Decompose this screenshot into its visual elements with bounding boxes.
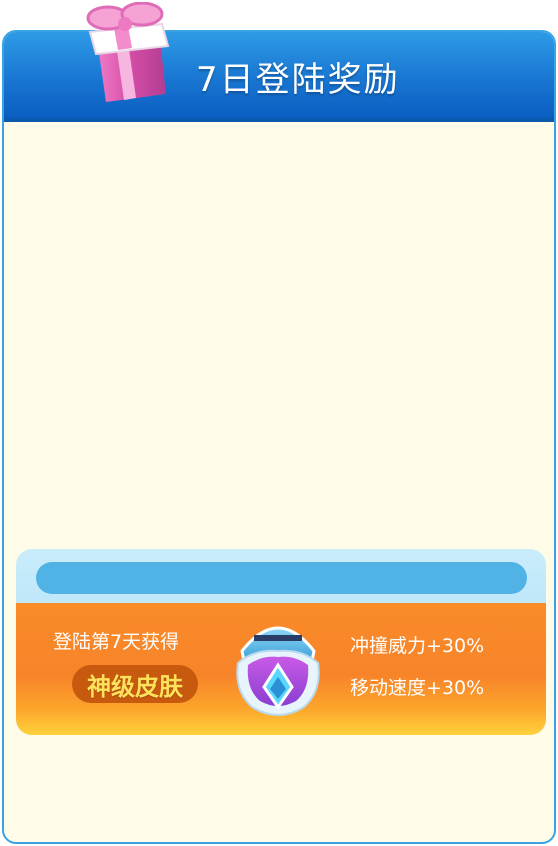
reward-progress-bar [36,562,527,594]
day7-reward-card[interactable]: 登陆第7天获得 神级皮肤 冲撞威力+30% 移动速度+30% [16,549,546,735]
bonus-collision-power: 冲撞威力+30% [350,635,485,657]
skin-armor-icon [236,626,320,716]
skin-label: 神级皮肤 [87,673,183,701]
login-day-label: 登陆第7天获得 [52,631,180,653]
panel-title: 7日登陆奖励 [196,60,400,100]
gift-box-icon [86,2,170,102]
bonus-move-speed: 移动速度+30% [350,677,485,699]
login-reward-panel: 7日登陆奖励 登陆第7天获得 神级皮肤 冲撞威力+30% 移动速度+30% [2,30,556,844]
